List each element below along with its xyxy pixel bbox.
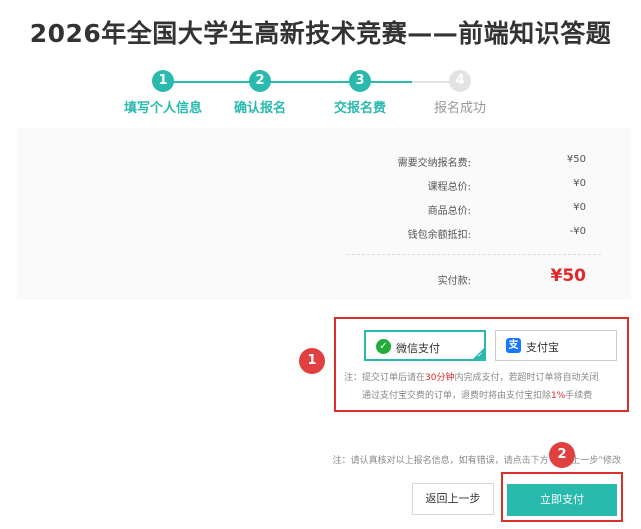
- summary-label: 钱包余额抵扣:: [407, 230, 471, 241]
- total-label: 实付款:: [437, 276, 471, 287]
- summary-label: 课程总价:: [427, 182, 471, 193]
- summary-row: 课程总价: ¥0: [306, 178, 586, 198]
- alipay-icon: 支: [506, 338, 521, 353]
- summary-value: ¥0: [573, 202, 586, 213]
- step-number: 2: [249, 70, 271, 92]
- step-number: 4: [449, 70, 471, 92]
- summary-row: 需要交纳报名费: ¥50: [306, 154, 586, 174]
- note-highlight-pct: 1%: [551, 391, 566, 401]
- payment-note-line-2: 通过支付宝交费的订单，退费时将由支付宝扣除1%手续费: [344, 387, 629, 405]
- annotation-badge-1: 1: [299, 348, 325, 374]
- progress-stepper: 1 填写个人信息 2 确认报名 3 交报名费 4 报名成功: [0, 70, 641, 120]
- payment-note-line-1: 注：提交订单后请在30分钟内完成支付，若超时订单将自动关闭: [344, 369, 629, 387]
- summary-row: 钱包余额抵扣: -¥0: [306, 226, 586, 246]
- step-number: 3: [349, 70, 371, 92]
- step-number: 1: [152, 70, 174, 92]
- annotation-badge-2: 2: [549, 442, 575, 468]
- note-text: 手续费: [565, 391, 593, 401]
- step-4: 4 报名成功: [400, 70, 520, 116]
- pay-now-button[interactable]: 立即支付: [507, 484, 617, 516]
- check-icon: ✓: [477, 351, 483, 359]
- summary-row: 商品总价: ¥0: [306, 202, 586, 222]
- note-text: 注：提交订单后请在: [344, 373, 426, 383]
- summary-total: 实付款: ¥50: [306, 266, 586, 294]
- wechat-pay-option[interactable]: ✓ 微信支付 ✓: [364, 330, 486, 361]
- note-text: 内完成支付，若超时订单将自动关闭: [454, 373, 599, 383]
- payment-method-box: ✓ 微信支付 ✓ 支 支付宝 注：提交订单后请在30分钟内完成支付，若超时订单将…: [334, 317, 629, 412]
- summary-label: 需要交纳报名费:: [397, 158, 471, 169]
- total-value: ¥50: [550, 266, 587, 286]
- alipay-label: 支付宝: [526, 341, 559, 354]
- alipay-option[interactable]: 支 支付宝: [495, 330, 617, 361]
- wechat-icon: ✓: [376, 339, 391, 354]
- summary-label: 商品总价:: [427, 206, 471, 217]
- summary-value: ¥50: [566, 154, 586, 165]
- summary-divider: [347, 254, 601, 255]
- page-title: 2026年全国大学生高新技术竞赛——前端知识答题: [29, 19, 612, 48]
- pay-button-highlight: 立即支付: [501, 472, 623, 522]
- payment-note: 注：提交订单后请在30分钟内完成支付，若超时订单将自动关闭 通过支付宝交费的订单…: [344, 369, 629, 405]
- summary-value: ¥0: [573, 178, 586, 189]
- bottom-note: 注：请认真核对以上报名信息，如有错误，请点击下方“返回上一步”修改: [332, 456, 621, 466]
- step-label: 报名成功: [433, 101, 486, 116]
- fee-summary: 需要交纳报名费: ¥50 课程总价: ¥0 商品总价: ¥0 钱包余额抵扣: -…: [17, 128, 631, 300]
- note-highlight-time: 30分钟: [425, 373, 455, 383]
- back-button[interactable]: 返回上一步: [412, 483, 494, 515]
- note-text: 通过支付宝交费的订单，退费时将由支付宝扣除: [362, 391, 552, 401]
- summary-value: -¥0: [569, 226, 586, 237]
- wechat-pay-label: 微信支付: [396, 342, 440, 355]
